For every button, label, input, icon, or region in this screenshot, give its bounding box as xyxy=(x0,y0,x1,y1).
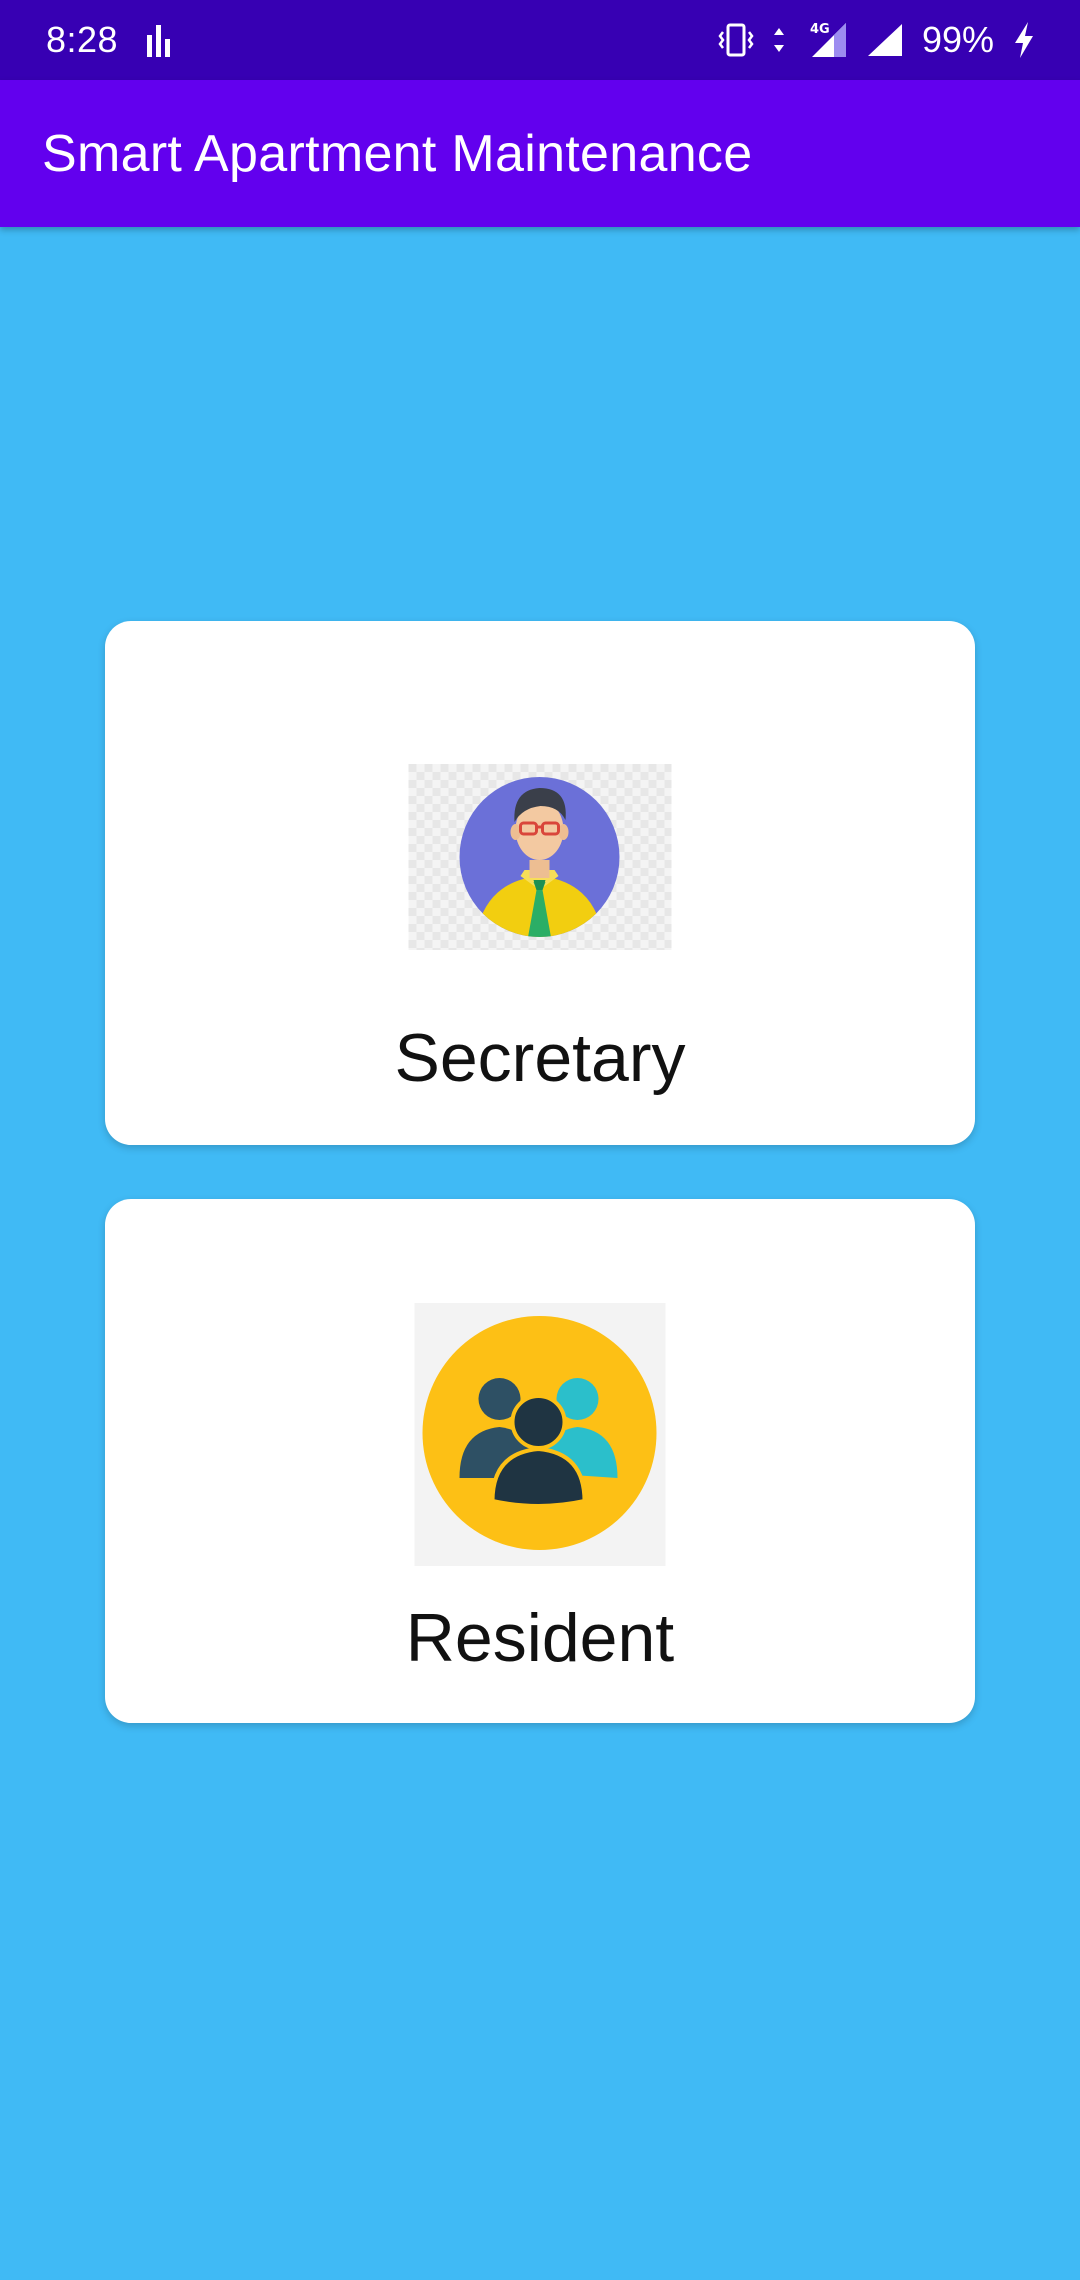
signal-icon xyxy=(867,24,902,56)
sound-bars-icon xyxy=(147,25,171,57)
secretary-image xyxy=(408,764,672,950)
residents-group-icon xyxy=(414,1303,666,1566)
secretary-label: Secretary xyxy=(394,1020,686,1096)
network-type-label: 4G xyxy=(810,22,830,37)
data-arrows-icon xyxy=(773,28,784,52)
resident-label: Resident xyxy=(405,1600,675,1676)
app-bar: Smart Apartment Maintenance xyxy=(0,80,1080,227)
charging-icon xyxy=(1015,22,1033,58)
secretary-card[interactable]: Secretary xyxy=(105,621,975,1145)
battery-percent: 99% xyxy=(921,19,994,60)
secretary-avatar-icon xyxy=(408,764,672,950)
resident-image xyxy=(414,1303,666,1566)
status-time: 8:28 xyxy=(46,19,119,60)
vibrate-icon xyxy=(718,23,754,57)
app-title: Smart Apartment Maintenance xyxy=(42,124,753,183)
signal-4g-icon: 4G xyxy=(810,22,846,57)
resident-card[interactable]: Resident xyxy=(105,1199,975,1723)
status-bar: 8:28 4G 99% xyxy=(0,0,1080,80)
